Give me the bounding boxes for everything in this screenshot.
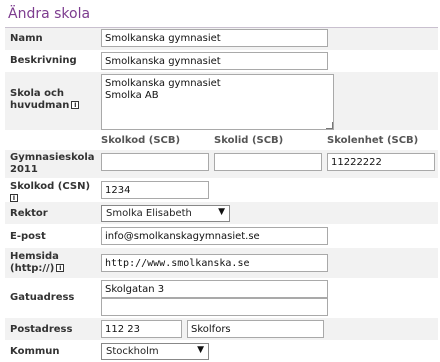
col-skolkod-header: Skolkod (SCB) xyxy=(101,135,181,146)
row-gatuadress: Gatuadress Skolgatan 3 xyxy=(5,278,438,318)
skola-huvudman-textarea[interactable]: Smolkanska gymnasiet Smolka AB xyxy=(101,74,334,130)
rektor-label: Rektor xyxy=(10,208,48,219)
row-kommun: Kommun Stockholm ▼ xyxy=(5,340,438,362)
col-skolenhet-header: Skolenhet (SCB) xyxy=(327,135,419,146)
gymnasieskola-label-line1: Gymnasieskola xyxy=(10,152,95,163)
skolenhet-scb-input[interactable]: 11222222 xyxy=(327,153,435,171)
kommun-select[interactable]: Stockholm ▼ xyxy=(101,343,209,360)
epost-label: E-post xyxy=(10,231,46,242)
col-skolid-header: Skolid (SCB) xyxy=(214,135,284,146)
row-beskrivning: Beskrivning Smolkanska gymnasiet xyxy=(5,50,438,72)
info-icon[interactable]: i xyxy=(71,101,80,109)
epost-input[interactable]: info@smolkanskagymnasiet.se xyxy=(101,227,328,245)
row-postadress: Postadress 112 23 Skolfors xyxy=(5,318,438,340)
rektor-select[interactable]: Smolka Elisabeth ▼ xyxy=(101,205,230,222)
row-skolkod-csn: Skolkod (CSN) i 1234 xyxy=(5,178,438,202)
postnummer-input[interactable]: 112 23 xyxy=(101,320,182,338)
info-icon[interactable]: i xyxy=(56,264,65,272)
namn-label: Namn xyxy=(10,33,43,44)
beskrivning-input[interactable]: Smolkanska gymnasiet xyxy=(101,52,328,70)
kommun-selected-value: Stockholm xyxy=(106,346,159,357)
kommun-label: Kommun xyxy=(10,346,60,357)
hemsida-label: Hemsida (http://) i xyxy=(10,251,65,275)
gatuadress-input-2[interactable] xyxy=(101,298,328,316)
row-namn: Namn Smolkanska gymnasiet xyxy=(5,28,438,50)
ort-input[interactable]: Skolfors xyxy=(187,320,324,338)
skola-huvudman-label-line2: huvudman xyxy=(10,100,70,111)
gymnasieskola-label: Gymnasieskola 2011 xyxy=(10,152,95,176)
rektor-selected-value: Smolka Elisabeth xyxy=(106,208,192,219)
skola-huvudman-label: Skola och huvudman i xyxy=(10,88,80,112)
namn-input[interactable]: Smolkanska gymnasiet xyxy=(101,29,328,47)
row-hemsida: Hemsida (http://) i http://www.smolkanska… xyxy=(5,248,438,278)
skola-huvudman-label-line1: Skola och xyxy=(10,88,65,99)
row-skola-huvudman: Skola och huvudman i Smolkanska gymnasiet… xyxy=(5,72,438,130)
row-epost: E-post info@smolkanskagymnasiet.se xyxy=(5,224,438,248)
row-scb-headers: Skolkod (SCB) Skolid (SCB) Skolenhet (SC… xyxy=(5,130,438,150)
skolkod-csn-label-text: Skolkod (CSN) xyxy=(10,181,91,192)
skolkod-csn-input[interactable]: 1234 xyxy=(101,181,209,199)
row-gymnasieskola: Gymnasieskola 2011 11222222 xyxy=(5,150,438,178)
gymnasieskola-label-line2: 2011 xyxy=(10,164,38,175)
gatuadress-label: Gatuadress xyxy=(10,292,75,303)
postadress-label: Postadress xyxy=(10,324,73,335)
info-icon[interactable]: i xyxy=(10,194,18,202)
page-title: Ändra skola xyxy=(8,6,91,22)
gatuadress-input-1[interactable]: Skolgatan 3 xyxy=(101,280,328,298)
row-rektor: Rektor Smolka Elisabeth ▼ xyxy=(5,202,438,224)
skolid-scb-input[interactable] xyxy=(214,153,322,171)
chevron-down-icon: ▼ xyxy=(218,207,225,217)
skolkod-scb-input[interactable] xyxy=(101,153,209,171)
hemsida-label-line1: Hemsida xyxy=(10,251,59,262)
hemsida-input[interactable]: http://www.smolkanska.se xyxy=(101,254,328,272)
chevron-down-icon: ▼ xyxy=(197,345,204,355)
beskrivning-label: Beskrivning xyxy=(10,55,77,66)
textarea-resize-handle[interactable] xyxy=(326,122,333,129)
hemsida-label-line2: (http://) xyxy=(10,263,55,274)
